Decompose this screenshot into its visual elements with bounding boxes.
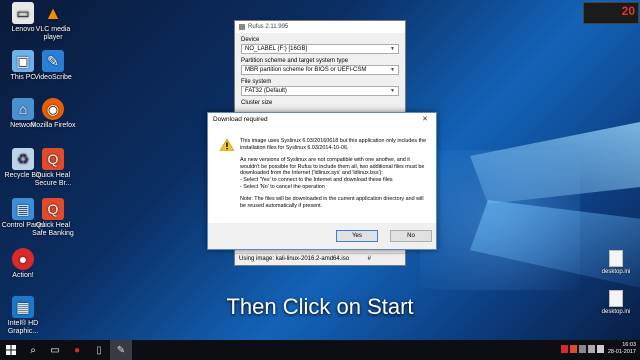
partition-label: Partition scheme and target system type (241, 58, 349, 64)
videoscribe-icon: ✎ (42, 50, 64, 72)
dialog-footer: Yes No (208, 223, 436, 249)
chevron-down-icon: ▼ (390, 88, 395, 94)
close-icon[interactable]: ✕ (419, 115, 431, 123)
cluster-size-label: Cluster size (241, 100, 273, 106)
rufus-titlebar[interactable]: Rufus 2.11.995 (235, 21, 405, 33)
download-required-dialog: Download required ✕ This image uses Sysl… (207, 112, 437, 250)
desktop-icon-quickheal-banking[interactable]: Q Quick Heal Safe Banking (30, 198, 76, 238)
yes-button[interactable]: Yes (336, 230, 378, 242)
taskbar: ⌕ ▭ ● ▯ ✎ 16:03 28-01-2017 (0, 340, 640, 360)
desktop-icon-label: Quick Heal Safe Banking (32, 222, 74, 237)
desktop-icon-quickheal-browser[interactable]: Q Quick Heal Secure Br... (30, 148, 76, 188)
dialog-title: Download required (213, 115, 268, 123)
rufus-title: Rufus 2.11.995 (248, 24, 289, 30)
status-hash: # (367, 256, 371, 262)
system-tray (561, 345, 604, 353)
desktop-icon-vlc[interactable]: ▲ VLC media player (30, 2, 76, 42)
action-record-icon: ● (12, 248, 34, 270)
quickheal-banking-icon: Q (42, 198, 64, 220)
desktop-icon-label: Intel® HD Graphic... (7, 320, 39, 335)
dialog-option-yes-text: - Select 'Yes' to connect to the Interne… (240, 176, 393, 183)
desktop-icon-label: Quick Heal Secure Br... (34, 172, 72, 187)
filesystem-select[interactable]: FAT32 (Default) ▼ (241, 86, 399, 96)
task-view-icon[interactable]: ▭ (44, 340, 66, 360)
partition-select[interactable]: MBR partition scheme for BIOS or UEFI-CS… (241, 65, 399, 75)
tray-volume-icon[interactable] (588, 345, 595, 353)
taskbar-rufus-icon[interactable]: ✎ (110, 340, 132, 360)
chevron-down-icon: ▼ (390, 67, 395, 73)
dialog-body: This image uses Syslinux 6.03/20160618 b… (208, 125, 436, 209)
no-button[interactable]: No (390, 230, 432, 242)
desktop-icon-label: VLC media player (35, 26, 71, 41)
quickheal-icon: Q (42, 148, 64, 170)
dialog-option-no-text: - Select 'No' to cancel the operation (240, 183, 325, 190)
clock-date: 28-01-2017 (607, 349, 636, 355)
tray-app-icon[interactable] (561, 345, 568, 353)
desktop-icon-label: Action! (12, 272, 34, 279)
windows-logo-icon (6, 345, 16, 355)
device-value: NO_LABEL (F:) [16GB] (245, 46, 308, 52)
file-icon (609, 250, 623, 267)
usb-drive-icon (239, 24, 245, 30)
dialog-titlebar[interactable]: Download required ✕ (208, 113, 436, 125)
widget-value: 20 (621, 4, 635, 18)
wallpaper-glow (420, 150, 580, 290)
tray-battery-icon[interactable] (597, 345, 604, 353)
desktop-icon-firefox[interactable]: ◉ Mozilla Firefox (30, 98, 76, 130)
vlc-cone-icon: ▲ (44, 3, 62, 23)
tutorial-caption: Then Click on Start (226, 294, 414, 319)
filesystem-value: FAT32 (Default) (245, 88, 287, 94)
desktop-icon-action[interactable]: ● Action! (0, 248, 46, 280)
partition-value: MBR partition scheme for BIOS or UEFI-CS… (245, 67, 367, 73)
tray-quickheal-icon[interactable] (570, 345, 577, 353)
chevron-down-icon: ▼ (390, 46, 395, 52)
start-button[interactable] (0, 340, 22, 360)
device-select[interactable]: NO_LABEL (F:) [16GB] ▼ (241, 44, 399, 54)
dialog-paragraph-1: This image uses Syslinux 6.03/20160618 b… (240, 138, 427, 151)
search-icon[interactable]: ⌕ (22, 340, 44, 360)
taskbar-record-icon[interactable]: ● (66, 340, 88, 360)
firefox-icon: ◉ (42, 98, 64, 120)
rufus-status-bar: Using image: kali-linux-2016.2-amd64.iso… (235, 253, 405, 265)
clock[interactable]: 16:03 28-01-2017 (608, 342, 636, 356)
taskbar-app-icon[interactable]: ▯ (88, 340, 110, 360)
device-label: Device (241, 37, 260, 43)
desktop-icon-videoscribe[interactable]: ✎ VideoScribe (30, 50, 76, 82)
desktop-icon-desktop-ini[interactable]: desktop.ini (596, 250, 636, 275)
tray-network-icon[interactable] (579, 345, 586, 353)
dialog-note: Note: The files will be downloaded in th… (240, 196, 424, 209)
desktop-icon-label: VideoScribe (34, 74, 72, 81)
dialog-paragraph-2: As new versions of Syslinux are not comp… (240, 157, 425, 177)
desktop-icon-label: Mozilla Firefox (30, 122, 76, 129)
filesystem-label: File system (241, 79, 272, 85)
desktop-icon-label: desktop.ini (601, 269, 631, 275)
warning-icon (220, 139, 234, 151)
clock-time: 16:03 (622, 342, 636, 348)
desktop-widget: 20 (583, 2, 639, 24)
status-text: Using image: kali-linux-2016.2-amd64.iso (239, 256, 350, 262)
